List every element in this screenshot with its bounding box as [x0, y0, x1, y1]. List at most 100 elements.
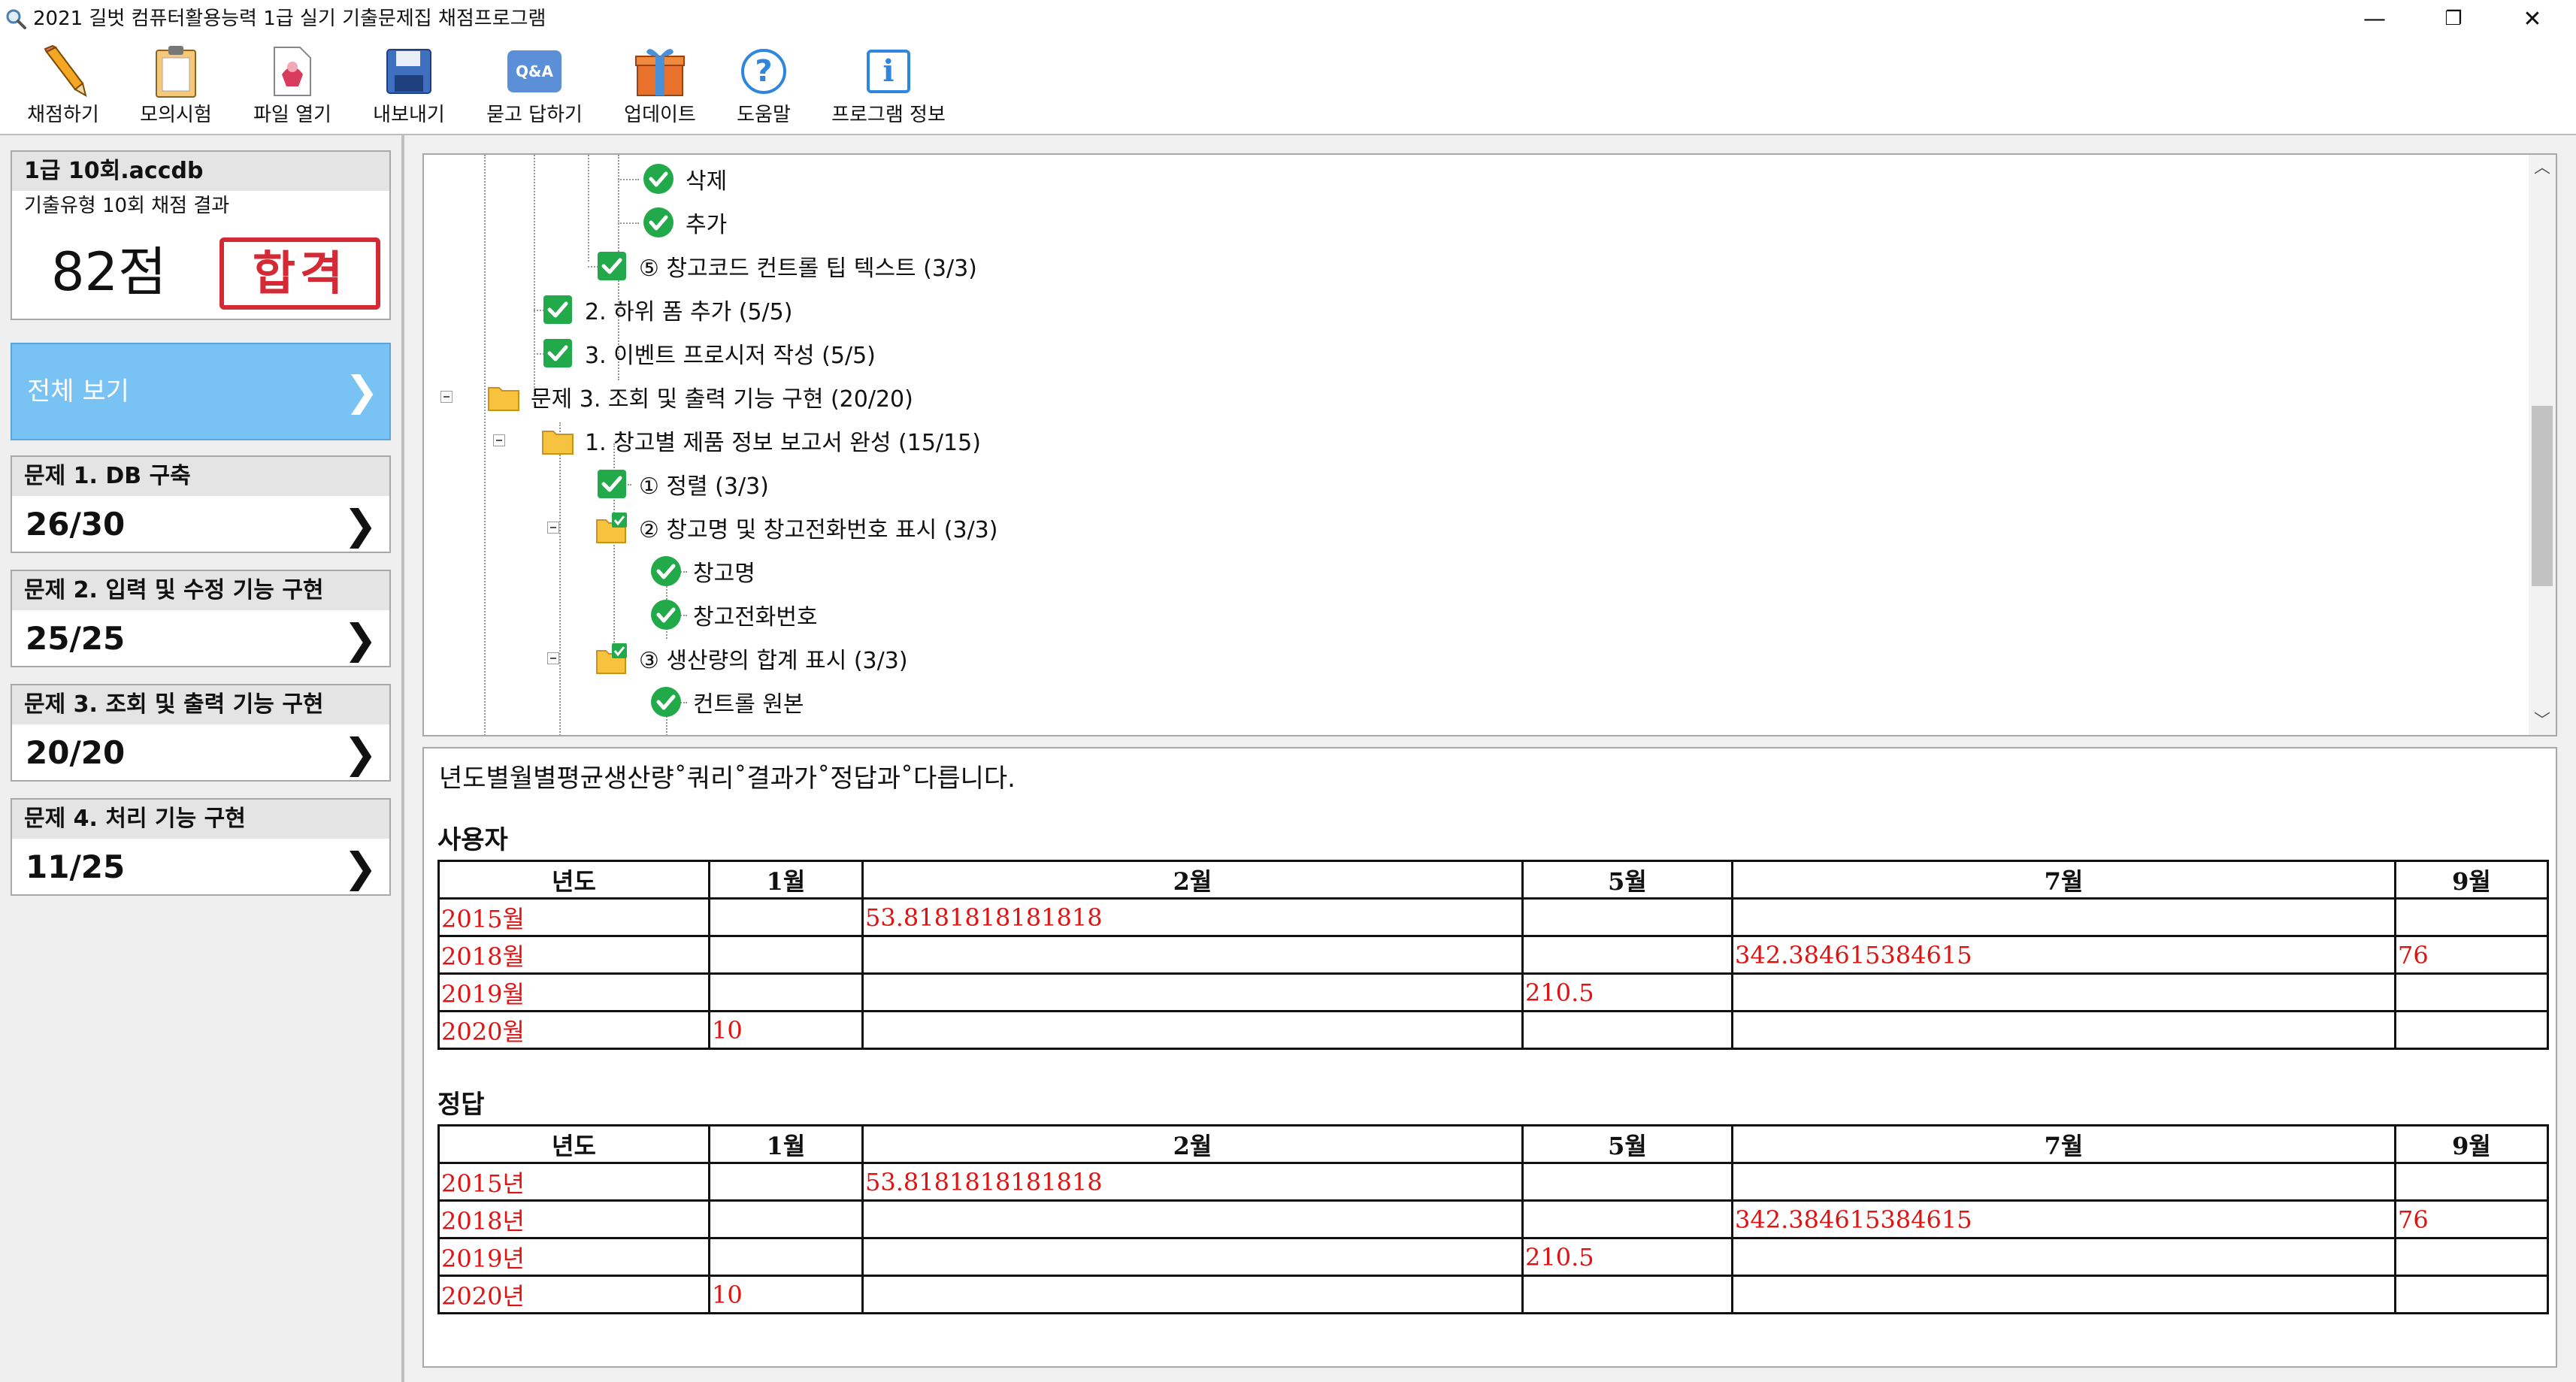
result-detail-panel: 년도별월별평균생산량˚쿼리˚결과가˚정답과˚다릅니다. 사용자 년도 1월 2월…: [422, 747, 2557, 1368]
collapse-toggle[interactable]: [547, 652, 559, 664]
table-cell: [861, 972, 1524, 1012]
folder-check-icon: [596, 643, 627, 674]
table-cell: [2394, 1275, 2549, 1314]
column-header: 1월: [708, 1124, 864, 1164]
table-cell: [1521, 1275, 1733, 1314]
pass-stamp: 합격: [219, 237, 380, 310]
tree-node[interactable]: 창고명: [649, 550, 755, 592]
info-glyph: i: [867, 50, 910, 93]
scroll-up-icon[interactable]: ︿: [2529, 155, 2556, 182]
chevron-right-icon: ❯: [344, 367, 379, 415]
table-cell: [2394, 972, 2549, 1012]
tree-node[interactable]: 1. 창고별 제품 정보 보고서 완성 (15/15): [541, 419, 981, 461]
open-file-button[interactable]: 파일 열기: [242, 42, 343, 131]
toolbar-label: 업데이트: [624, 104, 696, 126]
collapse-toggle[interactable]: [440, 391, 453, 403]
info-icon: i: [858, 42, 919, 101]
table-cell: [861, 1010, 1524, 1050]
export-button[interactable]: 내보내기: [365, 42, 453, 131]
tree-node[interactable]: 추가: [642, 201, 727, 243]
grade-button[interactable]: 채점하기: [21, 42, 105, 131]
tree-node[interactable]: 3. 이벤트 프로시저 작성 (5/5): [541, 332, 876, 374]
toolbar-label: 프로그램 정보: [831, 104, 946, 126]
scroll-thumb[interactable]: [2532, 406, 2553, 586]
table-cell: [708, 897, 864, 937]
update-button[interactable]: 업데이트: [616, 42, 704, 131]
chevron-right-icon: ❯: [343, 501, 377, 549]
tree-node-label: 창고전화번호: [693, 604, 818, 631]
table-row: 2020월 10: [437, 1010, 2549, 1050]
tree-node[interactable]: 문제 3. 조회 및 출력 기능 구현 (20/20): [487, 376, 913, 418]
tree-node-label: 삭제: [686, 168, 728, 195]
column-header: 5월: [1521, 860, 1733, 900]
check-box-icon: [543, 339, 572, 367]
column-header: 9월: [2394, 1124, 2549, 1164]
collapse-toggle[interactable]: [547, 522, 559, 534]
program-info-button[interactable]: i 프로그램 정보: [822, 42, 955, 131]
table-cell: 210.5: [1521, 972, 1733, 1012]
tree-node[interactable]: 2. 하위 폼 추가 (5/5): [541, 289, 792, 331]
tree-line: [534, 155, 535, 403]
table-cell: [708, 1237, 864, 1277]
problem-score: 25/25: [26, 620, 126, 657]
table-cell: [1731, 1010, 2396, 1050]
folder-icon: [488, 387, 519, 411]
problem-1-card[interactable]: 문제 1. DB 구축 26/30 ❯: [11, 455, 391, 553]
table-cell: [1521, 1199, 1733, 1239]
folder-check-icon: [596, 513, 627, 543]
tree-scrollbar[interactable]: ︿ ﹀: [2529, 155, 2556, 735]
view-all-button[interactable]: 전체 보기 ❯: [11, 343, 391, 440]
problem-title: 문제 1. DB 구축: [12, 457, 389, 496]
minimize-button[interactable]: —: [2337, 0, 2412, 38]
table-cell: [708, 935, 864, 975]
table-cell: [1731, 1162, 2396, 1202]
table-cell: 210.5: [1521, 1237, 1733, 1277]
table-cell: 53.8181818181818: [861, 1162, 1524, 1202]
problem-3-card[interactable]: 문제 3. 조회 및 출력 기능 구현 20/20 ❯: [11, 684, 391, 782]
table-cell: 2015년: [437, 1162, 710, 1202]
tree-node[interactable]: 삭제: [642, 158, 727, 200]
app-magnifier-icon: [6, 9, 26, 29]
problem-title: 문제 4. 처리 기능 구현: [12, 800, 389, 839]
result-subtitle: 기출유형 10회 채점 결과: [24, 195, 230, 217]
grading-tree[interactable]: 삭제 추가 ⑤ 창고코드 컨트롤 팁 텍스트 (3/3) 2. 하위 폼 추가 …: [422, 153, 2557, 736]
table-cell: [1731, 972, 2396, 1012]
tree-node-label: 창고명: [693, 561, 755, 587]
restore-button[interactable]: ❐: [2416, 0, 2491, 38]
table-cell: 53.8181818181818: [861, 897, 1524, 937]
tree-node[interactable]: 창고전화번호: [649, 594, 818, 636]
total-score: 82점: [51, 241, 167, 303]
problem-4-card[interactable]: 문제 4. 처리 기능 구현 11/25 ❯: [11, 798, 391, 896]
tree-node[interactable]: ② 창고명 및 창고전화번호 표시 (3/3): [595, 507, 997, 549]
tree-node[interactable]: 컨트롤 원본: [649, 681, 804, 723]
tree-node-label: 3. 이벤트 프로시저 작성 (5/5): [585, 343, 876, 369]
scroll-down-icon[interactable]: ﹀: [2529, 708, 2556, 735]
table-cell: [708, 972, 864, 1012]
table-cell: [1521, 935, 1733, 975]
table-row: 2015년 53.8181818181818: [437, 1162, 2549, 1202]
table-cell: 2019월: [437, 972, 710, 1012]
tree-line: [618, 179, 639, 180]
mismatch-message: 년도별월별평균생산량˚쿼리˚결과가˚정답과˚다릅니다.: [439, 764, 1016, 794]
check-box-icon: [598, 470, 626, 498]
qa-button[interactable]: Q&A 묻고 답하기: [478, 42, 591, 131]
user-section-title: 사용자: [437, 825, 508, 855]
collapse-toggle[interactable]: [493, 434, 505, 446]
answer-section-title: 정답: [437, 1090, 485, 1120]
table-cell: [2394, 1010, 2549, 1050]
tree-node[interactable]: ③ 생산량의 합계 표시 (3/3): [595, 637, 908, 679]
table-row: 2019년 210.5: [437, 1237, 2549, 1277]
close-button[interactable]: ✕: [2495, 0, 2570, 38]
mock-exam-button[interactable]: 모의시험: [134, 42, 218, 131]
problem-2-card[interactable]: 문제 2. 입력 및 수정 기능 구현 25/25 ❯: [11, 570, 391, 667]
help-button[interactable]: ? 도움말: [728, 42, 800, 131]
folder-icon: [542, 431, 574, 455]
tree-node[interactable]: ⑤ 창고코드 컨트롤 팁 텍스트 (3/3): [595, 245, 977, 287]
column-header: 5월: [1521, 1124, 1733, 1164]
tree-line: [588, 155, 589, 262]
toolbar-label: 채점하기: [27, 104, 99, 126]
table-cell: 10: [708, 1275, 864, 1314]
toolbar-label: 모의시험: [140, 104, 212, 126]
table-cell: [1731, 897, 2396, 937]
tree-node[interactable]: ① 정렬 (3/3): [595, 463, 769, 505]
